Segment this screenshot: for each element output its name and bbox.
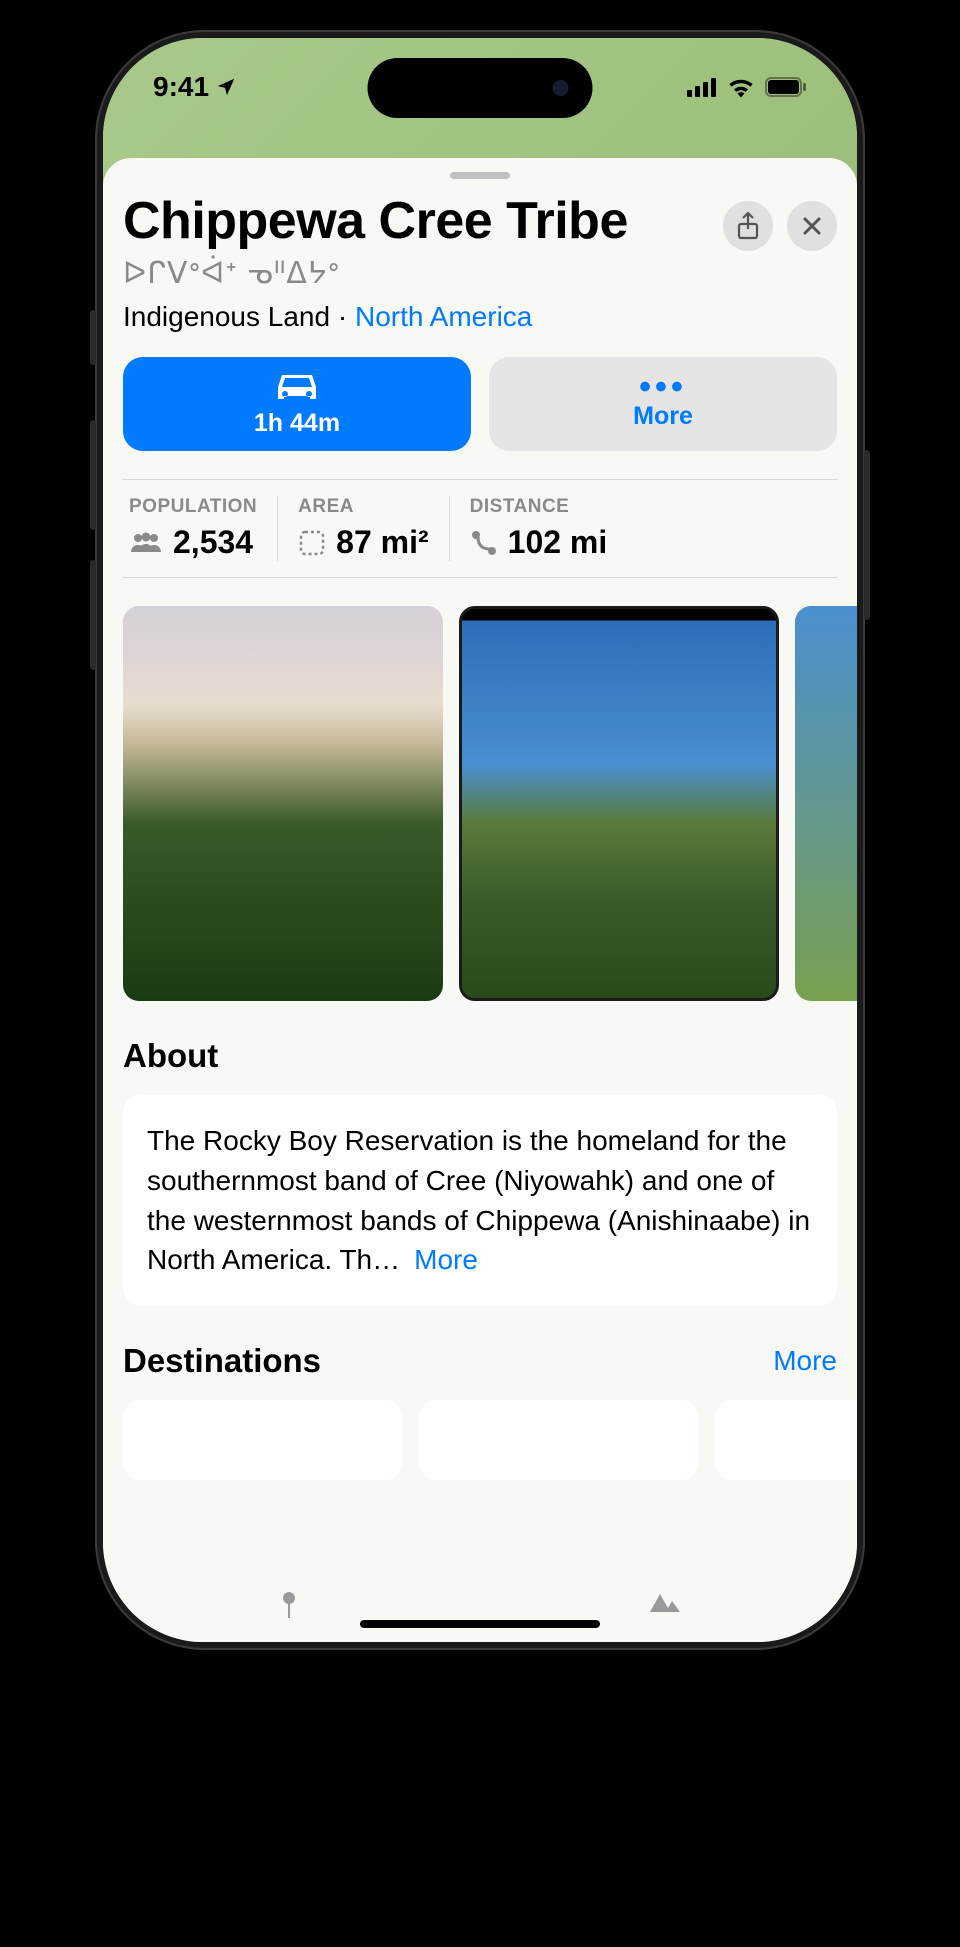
about-more-link[interactable]: More — [414, 1244, 478, 1275]
photo-thumbnail[interactable] — [459, 606, 779, 1001]
destinations-heading: Destinations — [123, 1342, 321, 1380]
destination-card[interactable] — [123, 1400, 403, 1480]
place-title: Chippewa Cree Tribe — [123, 193, 723, 250]
sheet-grabber[interactable] — [450, 172, 510, 179]
stat-population: POPULATION 2,534 — [123, 496, 277, 561]
distance-icon — [470, 529, 498, 557]
photo-gallery[interactable] — [103, 578, 857, 1001]
wifi-icon — [727, 76, 755, 98]
directions-button[interactable]: 1h 44m — [123, 357, 471, 451]
cellular-icon — [687, 77, 717, 97]
about-text: The Rocky Boy Reservation is the homelan… — [147, 1125, 810, 1275]
location-icon — [215, 76, 237, 98]
place-category-line: Indigenous Land · North America — [123, 301, 723, 333]
place-region-link[interactable]: North America — [355, 301, 532, 332]
destinations-list[interactable] — [103, 1380, 857, 1480]
share-icon — [736, 212, 760, 240]
share-button[interactable] — [723, 201, 773, 251]
place-sheet[interactable]: Chippewa Cree Tribe ᐅᒋᐯᐤᐋᕀ ᓀᐦᐃᔭᐤ Indigen… — [103, 158, 857, 1642]
photo-thumbnail[interactable] — [123, 606, 443, 1001]
status-time: 9:41 — [153, 71, 209, 103]
pin-icon — [277, 1590, 301, 1620]
photo-thumbnail[interactable] — [795, 606, 857, 1001]
more-label: More — [633, 402, 693, 431]
stat-distance: DISTANCE 102 mi — [449, 496, 628, 561]
destination-card[interactable] — [715, 1400, 857, 1480]
stat-area: AREA 87 mi² — [277, 496, 448, 561]
battery-icon — [765, 77, 807, 97]
destinations-more-link[interactable]: More — [773, 1345, 837, 1377]
place-native-name: ᐅᒋᐯᐤᐋᕀ ᓀᐦᐃᔭᐤ — [123, 256, 723, 291]
more-actions-button[interactable]: ••• More — [489, 357, 837, 451]
about-heading: About — [123, 1037, 218, 1075]
home-indicator[interactable] — [360, 1620, 600, 1628]
area-icon — [298, 529, 326, 557]
dynamic-island — [368, 58, 593, 118]
close-button[interactable] — [787, 201, 837, 251]
close-icon — [801, 215, 823, 237]
destination-card[interactable] — [419, 1400, 699, 1480]
about-card[interactable]: The Rocky Boy Reservation is the homelan… — [123, 1095, 837, 1306]
mountain-icon — [648, 1590, 684, 1614]
car-icon — [274, 371, 320, 405]
people-icon — [129, 532, 163, 554]
ellipsis-icon: ••• — [639, 377, 687, 397]
drive-duration: 1h 44m — [254, 409, 340, 438]
place-category: Indigenous Land — [123, 301, 330, 332]
